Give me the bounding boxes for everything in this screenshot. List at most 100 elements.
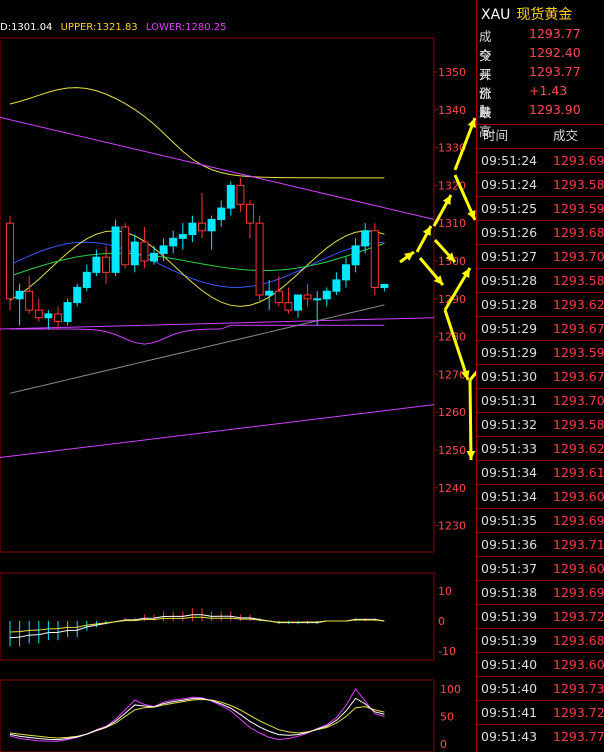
instrument-name: 现货黄金 <box>516 7 573 23</box>
trade-price: 1293.67 <box>553 321 604 336</box>
candle-body <box>169 237 178 247</box>
candle-body <box>236 184 245 205</box>
candle-body <box>15 290 24 300</box>
trade-row: 09:51:30 1293.67 <box>477 364 604 387</box>
quote-value: 1293.77 <box>529 26 581 41</box>
kdj-tick-label: 100 <box>440 683 461 696</box>
candle-body <box>226 184 235 209</box>
trade-row: 09:51:29 1293.59 <box>477 340 604 363</box>
trade-row: 09:51:31 1293.70 <box>477 388 604 411</box>
candle-body <box>303 294 312 300</box>
price-panel-frame <box>0 37 435 553</box>
trade-price: 1293.69 <box>553 513 604 528</box>
kdj-tick-label: 0 <box>440 738 447 751</box>
ma-medium-line <box>9 242 385 277</box>
candle-body <box>284 302 293 311</box>
candle-body <box>255 222 264 296</box>
candle-body <box>102 256 110 273</box>
quote-value: 1292.40 <box>529 45 581 60</box>
trade-time: 09:51:24 <box>481 153 538 168</box>
trade-price: 1293.58 <box>553 177 604 192</box>
trade-time: 09:51:32 <box>481 417 538 432</box>
trade-row: 09:51:24 1293.58 <box>477 172 604 195</box>
instrument-symbol: XAU <box>481 7 511 23</box>
candle-body <box>82 271 91 288</box>
price-tick-label: 1270 <box>438 368 466 381</box>
trade-row: 09:51:39 1293.72 <box>477 604 604 627</box>
macd-dea-line <box>9 616 385 633</box>
trade-row: 09:51:40 1293.60 <box>477 652 604 675</box>
trade-time: 09:51:40 <box>481 681 538 696</box>
candle-body <box>294 294 302 311</box>
candle-body <box>361 230 370 247</box>
boll-lower-line <box>10 324 385 345</box>
trade-time: 09:51:28 <box>481 273 538 288</box>
candle-body <box>159 245 168 254</box>
trade-time: 09:51:34 <box>481 489 538 504</box>
trade-time: 09:51:31 <box>481 393 538 408</box>
trade-row: 09:51:26 1293.68 <box>477 220 604 243</box>
trade-time: 09:51:43 <box>481 729 538 744</box>
trade-price: 1293.59 <box>553 201 604 216</box>
candle-body <box>322 290 331 300</box>
candle-body <box>44 313 53 319</box>
trades-price-header: 成交 <box>553 128 579 143</box>
trade-time: 09:51:30 <box>481 369 538 384</box>
trade-time: 09:51:36 <box>481 537 538 552</box>
price-tick-label: 1240 <box>438 482 466 495</box>
bollinger-legend: D:1301.04 UPPER:1321.83 LOWER:1280.25 <box>0 22 232 33</box>
trade-time: 09:51:24 <box>481 177 538 192</box>
trade-price: 1293.70 <box>553 393 604 408</box>
trade-time: 09:51:33 <box>481 441 538 456</box>
quote-value: 1293.90 <box>529 102 581 117</box>
trade-time: 09:51:27 <box>481 249 538 264</box>
candle-body <box>140 241 149 262</box>
candle-body <box>54 313 62 322</box>
trade-price: 1293.68 <box>553 225 604 240</box>
trade-price: 1293.69 <box>553 153 604 168</box>
macd-tick-label: 0 <box>438 615 445 628</box>
boll-mid-line <box>9 241 385 288</box>
boll-mid-value: D:1301.04 <box>0 22 53 33</box>
trade-row: 09:51:28 1293.58 <box>477 268 604 291</box>
trade-price: 1293.58 <box>553 273 604 288</box>
trade-time: 09:51:37 <box>481 561 538 576</box>
candle-body <box>34 309 43 319</box>
price-tick-label: 1310 <box>438 217 466 230</box>
trade-row: 09:51:24 1293.69 <box>477 148 604 171</box>
price-tick-label: 1250 <box>438 444 466 457</box>
trade-price: 1293.72 <box>553 705 604 720</box>
annotation-arrow <box>468 379 473 461</box>
trade-row: 09:51:41 1293.72 <box>477 700 604 723</box>
trade-price: 1293.67 <box>553 369 604 384</box>
trade-price: 1293.77 <box>553 729 604 744</box>
instrument-title[interactable]: XAU 现货黄金 <box>481 4 572 24</box>
kdj-j-line <box>9 688 385 742</box>
candle-body <box>274 290 283 304</box>
boll-lower-value: LOWER:1280.25 <box>145 22 227 33</box>
candle-body <box>370 230 379 288</box>
candle-body <box>332 279 341 292</box>
trade-row: 09:51:34 1293.61 <box>477 460 604 483</box>
annotation-arrowhead <box>466 450 476 460</box>
candle-body <box>130 241 139 266</box>
trade-row: 09:51:34 1293.60 <box>477 484 604 507</box>
candle-body <box>111 226 120 273</box>
trades-time-header: 时间 <box>483 128 509 143</box>
kdj-tick-label: 50 <box>440 711 454 724</box>
candle-body <box>63 302 72 322</box>
trade-row: 09:51:27 1293.70 <box>477 244 604 267</box>
candle-body <box>246 203 254 224</box>
candle-body <box>217 207 226 220</box>
trade-time: 09:51:39 <box>481 633 538 648</box>
trade-time: 09:51:28 <box>481 297 538 312</box>
candle-body <box>380 283 389 288</box>
quote-panel: XAU 现货黄金 成交 1293.77 今开 1292.40 买价1 1293.77 涨跌 +1… <box>476 0 604 752</box>
kdj-d-line <box>9 698 385 739</box>
trade-price: 1293.62 <box>553 297 604 312</box>
kline-chart[interactable]: 1350134013301320131013001290128012701260… <box>0 0 476 752</box>
trade-row: 09:51:37 1293.60 <box>477 556 604 579</box>
trade-price: 1293.69 <box>553 585 604 600</box>
trade-price: 1293.62 <box>553 441 604 456</box>
trades-header: 时间 成交 <box>477 124 604 147</box>
